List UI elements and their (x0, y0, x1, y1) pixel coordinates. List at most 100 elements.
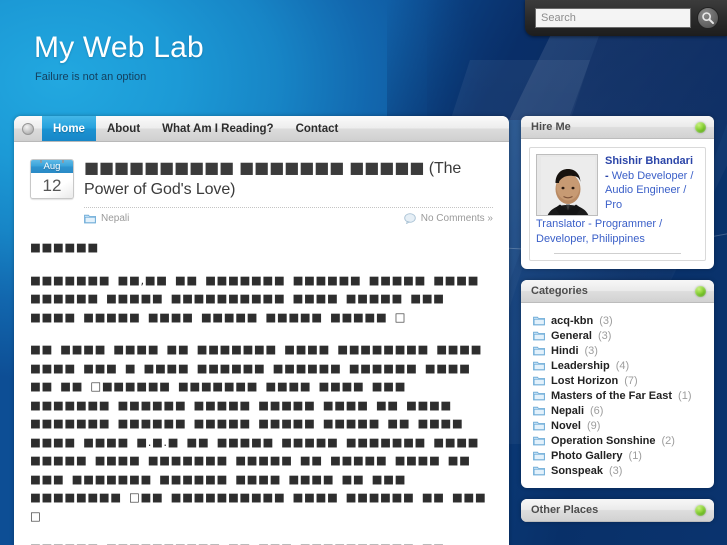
post-category[interactable]: Nepali (84, 213, 129, 224)
widget-body: Shishir Bhandari - Web Developer / Audio… (521, 139, 714, 269)
post-date-day: 12 (31, 173, 73, 198)
category-item[interactable]: acq-kbn (3) (529, 313, 706, 328)
category-item[interactable]: Leadership (4) (529, 358, 706, 373)
nav-item-contact[interactable]: Contact (285, 116, 350, 141)
green-led-icon (695, 504, 706, 516)
folder-icon (533, 451, 545, 461)
widget-other-places: Other Places (521, 499, 714, 522)
post-category-label: Nepali (101, 213, 130, 224)
nav-home-dot-button[interactable] (14, 116, 42, 141)
category-item[interactable]: Sonspeak (3) (529, 463, 706, 478)
category-count: (3) (584, 344, 598, 357)
folder-icon (533, 316, 545, 326)
folder-icon (533, 346, 545, 356)
post-paragraph: ■■■■■■■ ■■,■■ ■■ ■■■■■■■ ■■■■■■ ■■■■■ ■■… (30, 272, 480, 324)
post-header: Aug 12 ■■■■■■■■■■ ■■■■■■■ ■■■■■ (The Pow… (30, 156, 493, 224)
category-item[interactable]: Lost Horizon (7) (529, 373, 706, 388)
green-led-icon (695, 285, 706, 297)
hire-role-below: Translator - Programmer / Developer, Phi… (536, 218, 663, 245)
post-article: Aug 12 ■■■■■■■■■■ ■■■■■■■ ■■■■■ (The Pow… (14, 142, 509, 545)
category-name: Sonspeak (551, 464, 603, 477)
category-item[interactable]: Masters of the Far East (1) (529, 388, 706, 403)
category-count: (3) (597, 329, 612, 342)
nav-item-what-am-i-reading[interactable]: What Am I Reading? (151, 116, 284, 141)
widget-header: Hire Me (521, 116, 714, 139)
folder-icon (533, 436, 545, 446)
post-date-badge: Aug 12 (30, 159, 74, 199)
comment-bubble-icon (403, 213, 416, 224)
category-name: Novel (551, 419, 581, 432)
site-title[interactable]: My Web Lab (34, 31, 204, 65)
widget-categories: Categories acq-kbn (3) General (3) Hindi (3) L… (521, 280, 714, 488)
widget-header: Other Places (521, 499, 714, 522)
hire-card-top: Shishir Bhandari - Web Developer / Audio… (536, 154, 699, 216)
category-count: (2) (661, 434, 675, 447)
category-count: (3) (608, 464, 623, 477)
folder-icon (533, 376, 545, 386)
folder-icon (533, 361, 545, 371)
category-count: (1) (678, 389, 692, 402)
folder-icon (533, 421, 545, 431)
post-paragraph: ■■■■■■ (30, 240, 99, 254)
category-count: (6) (590, 404, 604, 417)
category-item[interactable]: Operation Sonshine (2) (529, 433, 706, 448)
hire-text[interactable]: Shishir Bhandari - Web Developer / Audio… (605, 154, 699, 216)
site-description: Failure is not an option (35, 71, 147, 83)
portrait-photo (537, 155, 597, 215)
nav-item-about[interactable]: About (96, 116, 151, 141)
category-name: Nepali (551, 404, 585, 417)
widget-title: Other Places (531, 504, 599, 516)
folder-icon (84, 214, 96, 224)
category-count: (1) (628, 449, 642, 462)
widget-body: acq-kbn (3) General (3) Hindi (3) Leadership (4… (521, 303, 714, 488)
category-name: Masters of the Far East (551, 389, 673, 402)
folder-icon (533, 406, 545, 416)
magnifier-icon (702, 12, 714, 25)
post-body: ■■■■■■ ■■■■■■■ ■■,■■ ■■ ■■■■■■■ ■■■■■■ ■… (30, 238, 493, 545)
hire-card: Shishir Bhandari - Web Developer / Audio… (529, 147, 706, 261)
primary-navigation: Home About What Am I Reading? Contact (14, 116, 509, 142)
search-button[interactable] (697, 7, 719, 29)
category-item[interactable]: Hindi (3) (529, 343, 706, 358)
category-name: Lost Horizon (551, 374, 619, 387)
category-count: (3) (599, 314, 613, 327)
category-count: (9) (586, 419, 601, 432)
post-paragraph: ■■ ■■■■ ■■■■ ■■ ■■■■■■■ ■■■■ ■■■■■■■■ ■■… (30, 342, 487, 523)
post-paragraph: ■■■■■■ ■■■■■■■■■■ ■■ ■■■ ■■■■■■■■■■ ■■ ■… (30, 539, 493, 545)
folder-icon (533, 466, 545, 476)
folder-icon (533, 331, 545, 341)
category-item[interactable]: Photo Gallery (1) (529, 448, 706, 463)
post-comments-link[interactable]: No Comments » (403, 213, 493, 224)
category-name: acq-kbn (551, 314, 594, 327)
post-meta: Nepali No Comments » (84, 207, 493, 224)
folder-icon (533, 391, 545, 401)
post-title-missing-glyphs: ■■■■■■■■■■ ■■■■■■■ ■■■■■ (84, 158, 425, 177)
category-name: Operation Sonshine (551, 434, 656, 447)
search-box[interactable] (525, 0, 727, 36)
avatar (536, 154, 598, 216)
calendar-pins (31, 160, 73, 163)
category-list: acq-kbn (3) General (3) Hindi (3) Leadership (4… (529, 311, 706, 480)
category-item[interactable]: General (3) (529, 328, 706, 343)
category-name: Hindi (551, 344, 579, 357)
hire-divider (554, 253, 681, 254)
category-name: General (551, 329, 592, 342)
widget-title: Hire Me (531, 121, 571, 133)
category-name: Leadership (551, 359, 610, 372)
category-count: (4) (615, 359, 630, 372)
category-item[interactable]: Novel (9) (529, 418, 706, 433)
widget-title: Categories (531, 285, 588, 297)
search-input[interactable] (535, 8, 691, 28)
post-comments-label: No Comments » (420, 213, 493, 224)
category-count: (7) (624, 374, 638, 387)
category-item[interactable]: Nepali (6) (529, 403, 706, 418)
hire-role-inline: Web Developer / Audio Engineer / Pro (605, 169, 694, 211)
green-led-icon (695, 121, 706, 133)
circle-dot-icon (22, 122, 34, 135)
nav-item-home[interactable]: Home (42, 116, 96, 141)
main-content-panel: Home About What Am I Reading? Contact Au… (14, 116, 509, 545)
post-title[interactable]: ■■■■■■■■■■ ■■■■■■■ ■■■■■ (The Power of G… (84, 156, 493, 200)
widget-header: Categories (521, 280, 714, 303)
widget-hire-me: Hire Me Shishir Bhandari - Web Developer… (521, 116, 714, 269)
category-name: Photo Gallery (551, 449, 623, 462)
